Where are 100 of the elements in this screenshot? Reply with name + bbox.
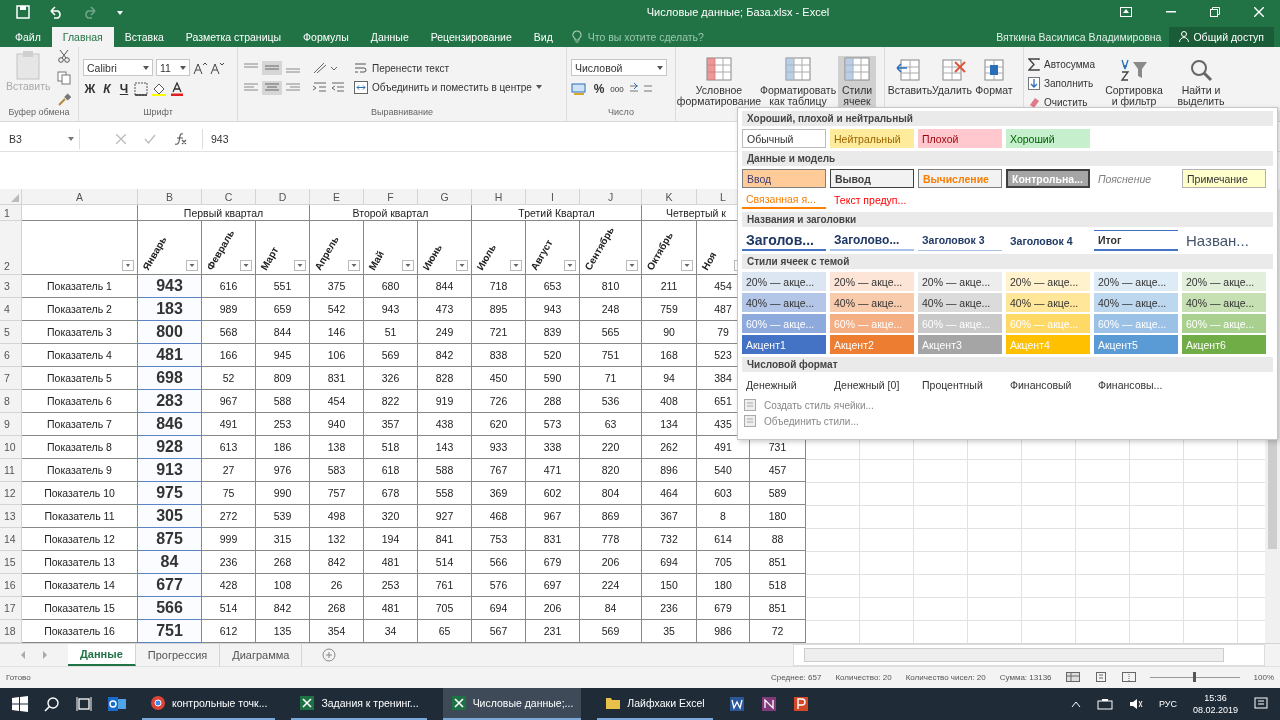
table-cell: 468: [472, 505, 526, 529]
table-cell: 236: [642, 597, 697, 621]
table-cell: 851: [750, 551, 806, 575]
table-cell: 558: [418, 482, 472, 506]
table-cell: 999: [202, 528, 256, 552]
table-cell: 732: [642, 528, 697, 552]
table-cell: 678: [364, 482, 418, 506]
table-cell: 248: [580, 298, 642, 322]
table-cell: 132: [310, 528, 364, 552]
table-cell: 268: [256, 551, 310, 575]
table-cell: 602: [526, 482, 580, 506]
status-stat: Среднее: 657: [771, 672, 822, 682]
table-cell: 726: [472, 390, 526, 414]
table-cell: 315: [256, 528, 310, 552]
table-cell: 940: [310, 413, 364, 437]
table-cell: 620: [472, 413, 526, 437]
table-cell: 326: [364, 367, 418, 391]
table-cell: 945: [256, 344, 310, 368]
table-cell: 851: [750, 597, 806, 621]
table-cell: 180: [697, 574, 750, 598]
table-cell: 138: [310, 436, 364, 460]
window-title: Числовые данные; База.xlsx - Excel: [645, 6, 831, 19]
table-cell: 520: [526, 344, 580, 368]
table-cell: 450: [472, 367, 526, 391]
status-stat: Количество: 20: [835, 672, 892, 682]
section-heading: Числовой формат: [742, 357, 1273, 372]
table-cell: 800: [138, 321, 202, 345]
table-cell: 8: [697, 505, 750, 529]
table-cell: 283: [138, 390, 202, 414]
table-cell: 822: [364, 390, 418, 414]
table-cell: 967: [202, 390, 256, 414]
table-cell: 759: [642, 298, 697, 322]
table-cell: 588: [418, 459, 472, 483]
table-cell: 146: [310, 321, 364, 345]
table-cell: Третий Квартал: [472, 205, 642, 222]
table-cell: 828: [418, 367, 472, 391]
table-cell: 583: [310, 459, 364, 483]
table-cell: 721: [472, 321, 526, 345]
table-cell: 51: [364, 321, 418, 345]
table-cell: 186: [256, 436, 310, 460]
table-cell: 943: [364, 298, 418, 322]
table-cell: 253: [364, 574, 418, 598]
table-cell: 357: [364, 413, 418, 437]
table-cell: 168: [642, 344, 697, 368]
status-stat: Количество чисел: 20: [905, 672, 986, 682]
table-cell: 943: [526, 298, 580, 322]
table-cell: 616: [202, 275, 256, 299]
table-cell: 26: [310, 574, 364, 598]
table-cell: 680: [364, 275, 418, 299]
table-cell: 498: [310, 505, 364, 529]
table-cell: 751: [138, 620, 202, 644]
table-cell: 438: [418, 413, 472, 437]
table-cell: 820: [580, 459, 642, 483]
table-cell: 288: [526, 390, 580, 414]
table-cell: 514: [418, 551, 472, 575]
table-cell: 518: [364, 436, 418, 460]
table-cell: 220: [580, 436, 642, 460]
table-cell: 831: [526, 528, 580, 552]
table-cell: 375: [310, 275, 364, 299]
table-cell: 539: [256, 505, 310, 529]
table-cell: 913: [138, 459, 202, 483]
table-cell: 895: [472, 298, 526, 322]
table-cell: 150: [642, 574, 697, 598]
table-cell: 694: [642, 551, 697, 575]
table-cell: 180: [750, 505, 806, 529]
table-cell: 933: [472, 436, 526, 460]
table-cell: 809: [256, 367, 310, 391]
table-cell: 679: [697, 597, 750, 621]
table-cell: 464: [642, 482, 697, 506]
table-cell: 71: [580, 367, 642, 391]
table-cell: 84: [138, 551, 202, 575]
table-cell: 928: [138, 436, 202, 460]
table-cell: 52: [202, 367, 256, 391]
table-cell: 613: [202, 436, 256, 460]
table-cell: 408: [642, 390, 697, 414]
table-cell: 106: [310, 344, 364, 368]
table-cell: 659: [256, 298, 310, 322]
table-cell: 253: [256, 413, 310, 437]
table-cell: 698: [138, 367, 202, 391]
table-cell: 369: [472, 482, 526, 506]
table-cell: 206: [580, 551, 642, 575]
table-cell: 84: [580, 597, 642, 621]
table-cell: 224: [580, 574, 642, 598]
table-cell: 697: [526, 574, 580, 598]
table-cell: 705: [697, 551, 750, 575]
table-cell: 844: [256, 321, 310, 345]
table-cell: 705: [418, 597, 472, 621]
table-cell: 143: [418, 436, 472, 460]
table-cell: 262: [642, 436, 697, 460]
section-heading: Хороший, плохой и нейтральный: [742, 111, 1273, 126]
table-cell: 457: [750, 459, 806, 483]
table-cell: 569: [364, 344, 418, 368]
table-cell: 975: [138, 482, 202, 506]
table-cell: 761: [418, 574, 472, 598]
table-cell: 272: [202, 505, 256, 529]
table-cell: 896: [642, 459, 697, 483]
table-cell: 27: [202, 459, 256, 483]
table-cell: 481: [364, 551, 418, 575]
table-cell: 653: [526, 275, 580, 299]
table-cell: 967: [526, 505, 580, 529]
